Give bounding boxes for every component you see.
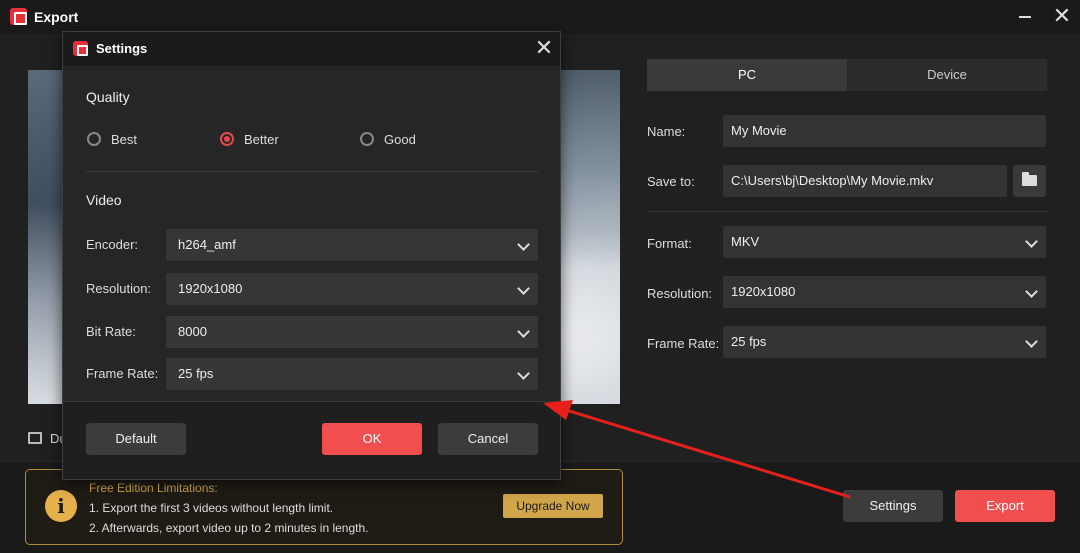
- format-select[interactable]: MKV: [723, 226, 1046, 258]
- encoder-select[interactable]: h264_amf: [166, 229, 538, 261]
- close-icon[interactable]: ✕: [1052, 5, 1072, 27]
- bit-rate-select[interactable]: 8000: [166, 316, 538, 348]
- limitation-line-2: 2. Afterwards, export video up to 2 minu…: [89, 521, 369, 535]
- frame-rate-label: Frame Rate:: [647, 336, 720, 351]
- encoder-value: h264_amf: [178, 237, 236, 252]
- upgrade-now-button[interactable]: Upgrade Now: [503, 494, 603, 518]
- radio-label: Better: [244, 132, 279, 147]
- dialog-title: Settings: [96, 41, 148, 56]
- bit-rate-label: Bit Rate:: [86, 324, 136, 339]
- dialog-frame-rate-label: Frame Rate:: [86, 366, 159, 381]
- save-to-label: Save to:: [647, 174, 695, 189]
- resolution-value: 1920x1080: [731, 284, 796, 299]
- close-icon[interactable]: ✕: [533, 37, 555, 59]
- limitation-line-1: 1. Export the first 3 videos without len…: [89, 501, 334, 515]
- quality-heading: Quality: [86, 89, 130, 105]
- resolution-select[interactable]: 1920x1080: [723, 276, 1046, 308]
- folder-icon: [1022, 172, 1037, 186]
- radio-label: Good: [384, 132, 416, 147]
- radio-selected-icon: [220, 132, 234, 146]
- resolution-label: Resolution:: [647, 286, 713, 301]
- chevron-down-icon: [517, 238, 530, 251]
- browse-folder-button[interactable]: [1013, 165, 1046, 197]
- bit-rate-value: 8000: [178, 324, 207, 339]
- name-input[interactable]: My Movie: [723, 115, 1046, 147]
- default-button[interactable]: Default: [86, 423, 186, 455]
- cancel-button[interactable]: Cancel: [438, 423, 538, 455]
- chevron-down-icon: [517, 367, 530, 380]
- radio-icon: [360, 132, 374, 146]
- dialog-frame-rate-select[interactable]: 25 fps: [166, 358, 538, 390]
- frame-rate-select[interactable]: 25 fps: [723, 326, 1046, 358]
- settings-dialog: Settings ✕ Quality Best Better Good Vide…: [62, 31, 561, 480]
- frame-rate-value: 25 fps: [731, 334, 767, 349]
- divider: [86, 171, 538, 172]
- video-heading: Video: [86, 192, 122, 208]
- dialog-title-bar: Settings ✕: [63, 32, 560, 66]
- limitations-title: Free Edition Limitations:: [89, 481, 218, 495]
- export-button[interactable]: Export: [955, 490, 1055, 522]
- encoder-label: Encoder:: [86, 237, 139, 252]
- save-to-input[interactable]: C:\Users\bj\Desktop\My Movie.mkv: [723, 165, 1007, 197]
- chevron-down-icon: [517, 282, 530, 295]
- tab-device[interactable]: Device: [847, 59, 1047, 91]
- divider: [647, 211, 1047, 212]
- app-logo-icon: [73, 41, 88, 56]
- film-icon: [28, 432, 42, 444]
- name-label: Name:: [647, 124, 686, 139]
- radio-label: Best: [111, 132, 138, 147]
- window-title: Export: [34, 9, 79, 25]
- dialog-resolution-label: Resolution:: [86, 281, 152, 296]
- radio-icon: [87, 132, 101, 146]
- app-logo-icon: [10, 8, 27, 25]
- info-icon: i: [45, 490, 77, 522]
- tab-pc[interactable]: PC: [647, 59, 847, 91]
- chevron-down-icon: [1025, 285, 1038, 298]
- format-label: Format:: [647, 236, 692, 251]
- dialog-resolution-select[interactable]: 1920x1080: [166, 273, 538, 305]
- title-bar: Export ✕: [0, 0, 1080, 34]
- settings-button[interactable]: Settings: [843, 490, 943, 522]
- minimize-icon[interactable]: [1016, 6, 1034, 26]
- chevron-down-icon: [1025, 335, 1038, 348]
- dialog-frame-rate-value: 25 fps: [178, 366, 214, 381]
- chevron-down-icon: [517, 325, 530, 338]
- chevron-down-icon: [1025, 235, 1038, 248]
- dialog-resolution-value: 1920x1080: [178, 281, 243, 296]
- output-tabs: PC Device: [647, 59, 1047, 91]
- ok-button[interactable]: OK: [322, 423, 422, 455]
- format-value: MKV: [731, 234, 760, 249]
